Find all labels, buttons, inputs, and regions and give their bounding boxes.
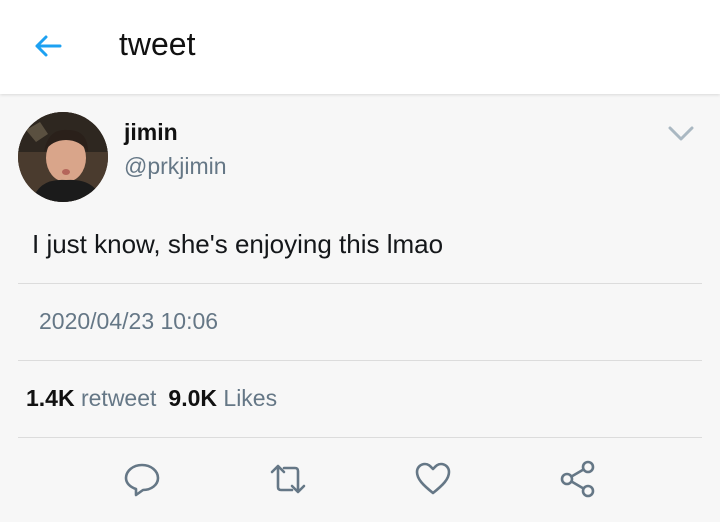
share-button[interactable]	[558, 459, 598, 499]
tweet-detail: jimin @prkjimin I just know, she's enjoy…	[0, 95, 720, 522]
chevron-down-icon	[668, 126, 694, 141]
tweet-menu-button[interactable]	[666, 121, 696, 145]
tweet-timestamp: 2020/04/23 10:06	[39, 308, 219, 334]
like-icon	[415, 462, 451, 495]
likes-label[interactable]: Likes	[223, 385, 277, 411]
like-button[interactable]	[413, 459, 453, 499]
app-header: tweet	[0, 0, 720, 94]
retweet-icon	[270, 464, 306, 494]
divider	[18, 360, 702, 361]
likes-count[interactable]: 9.0K	[168, 385, 217, 411]
author-name[interactable]: jimin	[124, 119, 178, 146]
divider	[18, 437, 702, 438]
arrow-left-icon	[35, 35, 62, 57]
back-button[interactable]	[30, 28, 66, 64]
avatar[interactable]	[18, 112, 108, 202]
retweet-button[interactable]	[268, 459, 308, 499]
share-icon	[560, 460, 595, 498]
retweet-count[interactable]: 1.4K	[26, 385, 75, 411]
tweet-text: I just know, she's enjoying this lmao	[32, 229, 444, 259]
author-handle[interactable]: @prkjimin	[124, 153, 227, 180]
reply-button[interactable]	[122, 459, 162, 499]
tweet-stats: 1.4K retweet 9.0K Likes	[26, 385, 277, 412]
reply-icon	[124, 463, 160, 497]
retweet-label[interactable]: retweet	[81, 385, 156, 411]
avatar-image	[18, 112, 108, 202]
divider	[18, 283, 702, 284]
page-title: tweet	[119, 26, 196, 62]
